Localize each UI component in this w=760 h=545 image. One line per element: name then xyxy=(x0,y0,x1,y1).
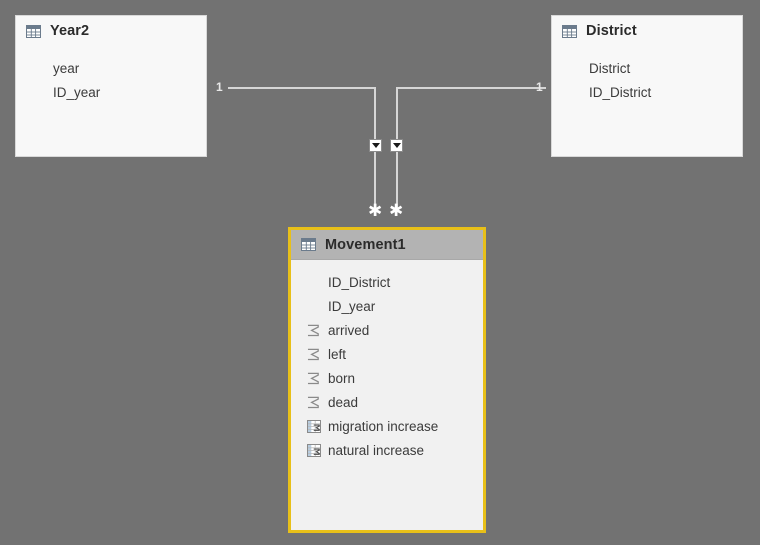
field-icon-slot xyxy=(307,275,328,289)
relationship-line-year2-horizontal[interactable] xyxy=(228,87,376,89)
table-title-year2: Year2 xyxy=(50,23,90,39)
relationship-line-district-horizontal[interactable] xyxy=(396,87,546,89)
field-label: dead xyxy=(328,394,359,410)
table-icon xyxy=(26,24,41,38)
cardinality-label-year2-many: ✱ xyxy=(368,201,383,221)
table-card-year2[interactable]: Year2 year ID_year xyxy=(15,15,207,157)
field-list-year2: year ID_year xyxy=(16,46,206,104)
sigma-icon xyxy=(307,396,319,408)
sigma-icon xyxy=(307,324,319,336)
sigma-icon xyxy=(307,372,319,384)
field-list-movement1: ID_District ID_year arrived left born de… xyxy=(291,260,483,462)
field-label: District xyxy=(589,60,631,76)
calculated-column-icon xyxy=(307,443,321,457)
field-row[interactable]: ID_District xyxy=(291,270,483,294)
field-row[interactable]: ID_year xyxy=(16,80,206,104)
field-label: ID_District xyxy=(328,274,391,290)
field-list-district: District ID_District xyxy=(552,46,742,104)
filter-direction-arrow-icon xyxy=(392,143,401,148)
field-row[interactable]: arrived xyxy=(291,318,483,342)
field-icon-slot xyxy=(32,61,53,75)
table-title-district: District xyxy=(586,23,637,39)
field-label: born xyxy=(328,370,356,386)
cross-filter-arrow-year2[interactable] xyxy=(369,139,382,152)
field-icon-slot xyxy=(307,347,328,361)
field-label: ID_year xyxy=(53,84,101,100)
field-row[interactable]: left xyxy=(291,342,483,366)
field-icon-slot xyxy=(568,61,589,75)
table-header-district[interactable]: District xyxy=(552,16,742,46)
table-title-movement1: Movement1 xyxy=(325,236,406,253)
field-icon-slot xyxy=(307,371,328,385)
field-label: natural increase xyxy=(328,442,425,458)
field-icon-slot xyxy=(307,395,328,409)
field-icon-slot xyxy=(307,419,328,433)
field-icon-slot xyxy=(568,85,589,99)
field-icon-slot xyxy=(32,85,53,99)
field-label: ID_year xyxy=(328,298,376,314)
cardinality-label-district-many: ✱ xyxy=(389,201,404,221)
filter-direction-arrow-icon xyxy=(371,143,380,148)
field-label: migration increase xyxy=(328,418,439,434)
table-card-district[interactable]: District District ID_District xyxy=(551,15,743,157)
table-icon xyxy=(301,238,316,251)
field-label: arrived xyxy=(328,322,370,338)
field-row[interactable]: born xyxy=(291,366,483,390)
field-row[interactable]: dead xyxy=(291,390,483,414)
field-row[interactable]: year xyxy=(16,56,206,80)
model-view-canvas[interactable]: 1 ✱ 1 ✱ Year2 year ID_year District Dist… xyxy=(0,0,760,545)
field-label: year xyxy=(53,60,80,76)
field-label: left xyxy=(328,346,347,362)
sigma-icon xyxy=(307,348,319,360)
table-icon xyxy=(562,24,577,38)
field-icon-slot xyxy=(307,323,328,337)
cardinality-label-district-one: 1 xyxy=(536,80,543,94)
field-icon-slot xyxy=(307,299,328,313)
cardinality-label-year2-one: 1 xyxy=(216,80,223,94)
calculated-column-icon xyxy=(307,419,321,433)
field-row[interactable]: migration increase xyxy=(291,414,483,438)
field-row[interactable]: ID_year xyxy=(291,294,483,318)
table-header-year2[interactable]: Year2 xyxy=(16,16,206,46)
table-header-movement1[interactable]: Movement1 xyxy=(291,230,483,260)
field-row[interactable]: District xyxy=(552,56,742,80)
field-icon-slot xyxy=(307,443,328,457)
field-label: ID_District xyxy=(589,84,652,100)
cross-filter-arrow-district[interactable] xyxy=(390,139,403,152)
table-card-movement1[interactable]: Movement1 ID_District ID_year arrived le… xyxy=(288,227,486,533)
field-row[interactable]: natural increase xyxy=(291,438,483,462)
field-row[interactable]: ID_District xyxy=(552,80,742,104)
